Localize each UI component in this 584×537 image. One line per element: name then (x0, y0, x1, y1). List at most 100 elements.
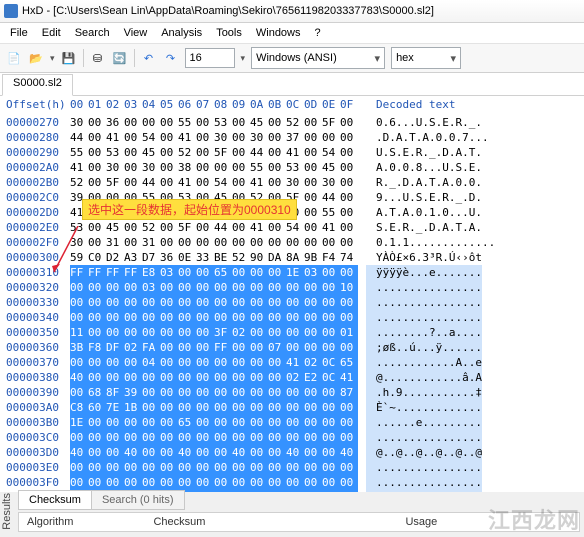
ascii-cell[interactable]: ................ (366, 310, 482, 325)
hex-row[interactable]: 0000032000000000030000000000000000000010… (0, 280, 584, 295)
hex-bytes[interactable]: 55005300450052005F00440041005400 (70, 145, 366, 160)
ascii-cell[interactable]: ................ (366, 475, 482, 490)
results-tab-vertical[interactable]: Results (1, 493, 13, 530)
menu-help[interactable]: ? (309, 25, 327, 41)
ascii-cell[interactable]: ................ (366, 490, 482, 492)
ascii-cell[interactable]: YÀÒ£×6.3³R.Ú‹›ôt (366, 250, 482, 265)
col-checksum: Checksum (153, 516, 205, 528)
hex-bytes[interactable]: 52005F00440041005400410030003000 (70, 175, 366, 190)
hex-bytes[interactable]: 00000000000000000000000000000000 (70, 295, 366, 310)
hex-row[interactable]: 000002E05300450052005F004400410054004100… (0, 220, 584, 235)
hex-bytes[interactable]: 00000000000000000000000000000000 (70, 310, 366, 325)
hex-row[interactable]: 000002A041003000300038000000550053004500… (0, 160, 584, 175)
hex-bytes[interactable]: 3BF8DF02FA000000FF00000700000000 (70, 340, 366, 355)
undo-icon[interactable]: ↶ (141, 50, 157, 66)
menu-view[interactable]: View (118, 25, 154, 41)
ascii-cell[interactable]: ................ (366, 430, 482, 445)
new-file-icon[interactable]: 📄 (6, 50, 22, 66)
ascii-cell[interactable]: @..@..@..@..@..@ (366, 445, 482, 460)
ascii-cell[interactable]: ................ (366, 460, 482, 475)
hex-bytes[interactable]: 11000000000000003F02000000000001 (70, 325, 366, 340)
ascii-cell[interactable]: R._.D.A.T.A.0.0. (366, 175, 482, 190)
hex-row[interactable]: 0000039000688F39000000000000000000000087… (0, 385, 584, 400)
hex-row[interactable]: 000003D040000040000040000040000040000040… (0, 445, 584, 460)
menu-analysis[interactable]: Analysis (155, 25, 208, 41)
refresh-icon[interactable]: 🔄 (112, 50, 128, 66)
ascii-cell[interactable]: ........?..a.... (366, 325, 482, 340)
hex-row[interactable]: 000003F000000000000000000000000000000000… (0, 475, 584, 490)
hex-bytes[interactable]: 1E000000000065000000000000000000 (70, 415, 366, 430)
encoding-select[interactable]: Windows (ANSI) (251, 47, 385, 69)
hex-bytes[interactable]: 00000000030000000000000000000010 (70, 280, 366, 295)
hex-row[interactable]: 0000035011000000000000003F02000000000001… (0, 325, 584, 340)
hex-row[interactable]: 000003B01E000000000065000000000000000000… (0, 415, 584, 430)
hex-row[interactable]: 000002F030003100310000000000000000000000… (0, 235, 584, 250)
ascii-cell[interactable]: S.E.R._.D.A.T.A. (366, 220, 482, 235)
hex-row[interactable]: 000003C000000000000000000000000000000000… (0, 430, 584, 445)
hex-bytes[interactable]: FFFFFFFFE8030000650000001E030000 (70, 265, 366, 280)
hex-row[interactable]: 00000310FFFFFFFFE8030000650000001E030000… (0, 265, 584, 280)
hex-bytes[interactable]: 41003000300038000000550053004500 (70, 160, 366, 175)
ascii-cell[interactable]: .D.A.T.A.0.0.7... (366, 130, 489, 145)
menu-file[interactable]: File (4, 25, 34, 41)
hex-row[interactable]: 0000030059C0D2A3D7360E33BE5290DA8A9BF474… (0, 250, 584, 265)
hex-bytes[interactable]: 00000000000000000000000000000000 (70, 430, 366, 445)
ascii-cell[interactable]: ......e......... (366, 415, 482, 430)
menu-search[interactable]: Search (69, 25, 116, 41)
hex-row[interactable]: 0000037000000000040000000000000041020C65… (0, 355, 584, 370)
bytes-per-row-input[interactable] (185, 48, 235, 68)
hex-row[interactable]: 0000033000000000000000000000000000000000… (0, 295, 584, 310)
hex-row[interactable]: 000002B052005F00440041005400410030003000… (0, 175, 584, 190)
ascii-cell[interactable]: 0.1.1............. (366, 235, 495, 250)
hex-bytes[interactable]: 30003600000055005300450052005F00 (70, 115, 366, 130)
hex-bytes[interactable]: 00000000040000000000000041020C65 (70, 355, 366, 370)
ascii-cell[interactable]: U.S.E.R._.D.A.T. (366, 145, 482, 160)
ascii-cell[interactable]: @............â.A (366, 370, 482, 385)
hex-bytes[interactable]: 00000000000000000000000000000000 (70, 475, 366, 490)
hex-bytes[interactable]: 30003100310000000000000000000000 (70, 235, 366, 250)
hex-row[interactable]: 0000029055005300450052005F00440041005400… (0, 145, 584, 160)
hex-bytes[interactable]: 5300450052005F004400410054004100 (70, 220, 366, 235)
checksum-tab[interactable]: Checksum (18, 490, 92, 510)
save-icon[interactable]: 💾 (61, 50, 77, 66)
hex-bytes[interactable]: 00000000000000000000000000000000 (70, 460, 366, 475)
hex-bytes[interactable]: 59C0D2A3D7360E33BE5290DA8A9BF474 (70, 250, 366, 265)
hex-body[interactable]: 0000027030003600000055005300450052005F00… (0, 115, 584, 492)
ascii-cell[interactable]: È`~............. (366, 400, 482, 415)
ascii-cell[interactable]: ................ (366, 280, 482, 295)
hex-bytes[interactable]: 40000040000040000040000040000040 (70, 445, 366, 460)
hex-bytes[interactable]: 44004100540041003000300037000000 (70, 130, 366, 145)
ascii-cell[interactable]: A.0.0.8...U.S.E. (366, 160, 482, 175)
open-folder-icon[interactable]: 📂 (28, 50, 44, 66)
hex-row[interactable]: 000003E000000000000000000000000000000000… (0, 460, 584, 475)
hex-row[interactable]: 0000034000000000000000000000000000000000… (0, 310, 584, 325)
search-tab[interactable]: Search (0 hits) (91, 490, 185, 510)
menu-windows[interactable]: Windows (250, 25, 307, 41)
hex-bytes[interactable]: 40000000000000000000000002E20C41 (70, 370, 366, 385)
menu-edit[interactable]: Edit (36, 25, 67, 41)
offset-cell: 00000330 (6, 295, 70, 310)
file-tab[interactable]: S0000.sl2 (2, 74, 73, 96)
offset-cell: 000002C0 (6, 190, 70, 205)
menu-tools[interactable]: Tools (210, 25, 248, 41)
ascii-cell[interactable]: ÿÿÿÿè...e....... (366, 265, 482, 280)
hex-row[interactable]: 000003A0C8607E1B000000000000000000000000… (0, 400, 584, 415)
ascii-cell[interactable]: 9...U.S.E.R._.D. (366, 190, 482, 205)
hex-bytes[interactable]: C8607E1B000000000000000000000000 (70, 400, 366, 415)
ascii-cell[interactable]: ;øß..ú...ÿ...... (366, 340, 482, 355)
hex-row[interactable]: 0000028044004100540041003000300037000000… (0, 130, 584, 145)
hex-bytes[interactable]: 00688F39000000000000000000000087 (70, 385, 366, 400)
hex-view[interactable]: Offset(h) 000102030405060708090A0B0C0D0E… (0, 96, 584, 492)
hex-row[interactable]: 0000038040000000000000000000000002E20C41… (0, 370, 584, 385)
disk-icon[interactable]: ⛁ (90, 50, 106, 66)
offset-cell: 00000340 (6, 310, 70, 325)
ascii-cell[interactable]: 0.6...U.S.E.R._. (366, 115, 482, 130)
ascii-cell[interactable]: ............A..e (366, 355, 482, 370)
ascii-cell[interactable]: .h.9...........‡ (366, 385, 482, 400)
hex-row[interactable]: 0000027030003600000055005300450052005F00… (0, 115, 584, 130)
redo-icon[interactable]: ↷ (163, 50, 179, 66)
view-select[interactable]: hex (391, 47, 461, 69)
ascii-cell[interactable]: A.T.A.0.1.0...U. (366, 205, 482, 220)
ascii-cell[interactable]: ................ (366, 295, 482, 310)
hex-row[interactable]: 000003603BF8DF02FA000000FF00000700000000… (0, 340, 584, 355)
